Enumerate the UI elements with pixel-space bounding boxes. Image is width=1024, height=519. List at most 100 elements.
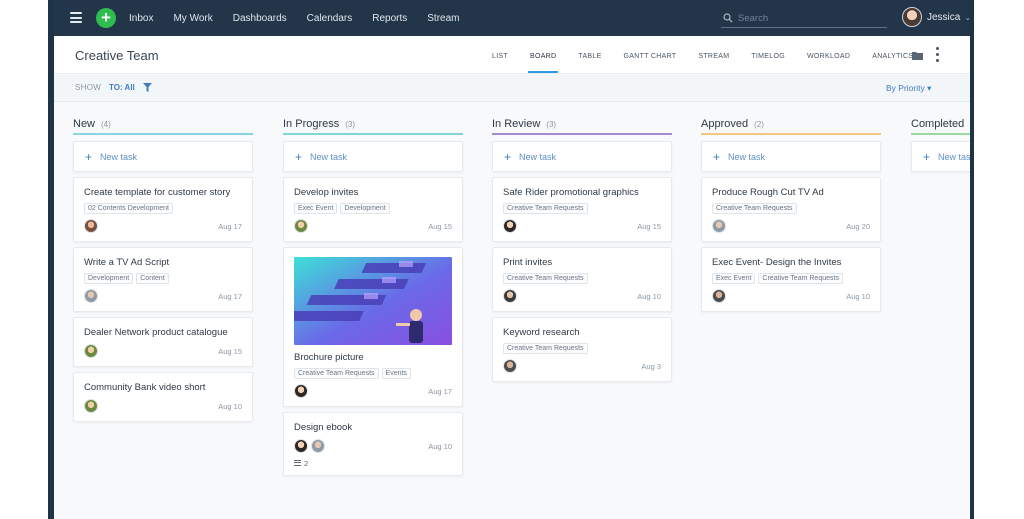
task-card[interactable]: Write a TV Ad Script Development Content … bbox=[73, 247, 253, 312]
task-tag[interactable]: Creative Team Requests bbox=[294, 368, 379, 379]
assignee-avatar[interactable] bbox=[294, 219, 308, 233]
assignee-avatar[interactable] bbox=[84, 289, 98, 303]
new-task-button[interactable]: + New task bbox=[701, 141, 881, 172]
column-in-review: In Review (3) + New task Safe Rider promo… bbox=[492, 115, 672, 382]
task-title: Community Bank video short bbox=[84, 382, 206, 393]
main-nav: Inbox My Work Dashboards Calendars Repor… bbox=[129, 0, 480, 36]
tab-analytics[interactable]: ANALYTICS bbox=[872, 36, 913, 74]
due-date: Aug 15 bbox=[428, 221, 452, 231]
column-approved: Approved (2) + New task Produce Rough Cut… bbox=[701, 115, 881, 312]
tab-table[interactable]: TABLE bbox=[578, 36, 601, 74]
assignee-avatar[interactable] bbox=[503, 289, 517, 303]
assignee-avatar[interactable] bbox=[503, 219, 517, 233]
subtask-count[interactable]: 2 bbox=[294, 459, 452, 468]
page-title: Creative Team bbox=[75, 48, 159, 63]
chevron-down-icon: ⌄ bbox=[964, 12, 970, 22]
assignee-avatar[interactable] bbox=[712, 289, 726, 303]
nav-my-work[interactable]: My Work bbox=[173, 13, 212, 24]
due-date: Aug 15 bbox=[218, 346, 242, 356]
assignee-avatar[interactable] bbox=[503, 359, 517, 373]
assignee-avatar[interactable] bbox=[84, 399, 98, 413]
task-card[interactable]: Create template for customer story 02 Co… bbox=[73, 177, 253, 242]
task-card[interactable]: Design ebook Aug 10 2 bbox=[283, 412, 463, 476]
plus-icon: + bbox=[295, 149, 303, 164]
nav-reports[interactable]: Reports bbox=[372, 13, 407, 24]
new-task-label: New task bbox=[310, 151, 348, 162]
hamburger-menu-icon[interactable] bbox=[70, 12, 82, 23]
due-date: Aug 10 bbox=[846, 291, 870, 301]
tab-board[interactable]: BOARD bbox=[527, 36, 559, 74]
new-task-button[interactable]: + New task bbox=[492, 141, 672, 172]
tab-workload[interactable]: WORKLOAD bbox=[807, 36, 850, 74]
task-card[interactable]: Produce Rough Cut TV Ad Creative Team Re… bbox=[701, 177, 881, 242]
assignee-avatar[interactable] bbox=[84, 219, 98, 233]
nav-dashboards[interactable]: Dashboards bbox=[233, 13, 287, 24]
column-completed: Completed + New task bbox=[911, 115, 970, 172]
user-avatar bbox=[902, 7, 922, 27]
due-date: Aug 10 bbox=[637, 291, 661, 301]
task-tag[interactable]: Creative Team Requests bbox=[503, 203, 588, 214]
filter-icon[interactable] bbox=[143, 83, 152, 92]
column-header: Completed bbox=[911, 115, 970, 135]
plus-icon: + bbox=[504, 149, 512, 164]
sort-dropdown[interactable]: By Priority ▾ bbox=[886, 83, 931, 94]
task-tag[interactable]: Development bbox=[84, 273, 134, 284]
due-date: Aug 20 bbox=[846, 221, 870, 231]
new-task-button[interactable]: + New task bbox=[911, 141, 970, 172]
task-tag[interactable]: Content bbox=[136, 273, 169, 284]
task-card[interactable]: Keyword research Creative Team Requests … bbox=[492, 317, 672, 382]
task-tag[interactable]: Exec Event bbox=[712, 273, 756, 284]
task-tag[interactable]: Creative Team Requests bbox=[503, 343, 588, 354]
more-options-icon[interactable] bbox=[936, 47, 940, 65]
task-card[interactable]: Brochure picture Creative Team Requests E… bbox=[283, 247, 463, 407]
task-cover-image bbox=[294, 257, 452, 345]
nav-calendars[interactable]: Calendars bbox=[307, 13, 353, 24]
due-date: Aug 17 bbox=[428, 386, 452, 396]
task-card[interactable]: Print invites Creative Team Requests Aug… bbox=[492, 247, 672, 312]
column-count: (3) bbox=[345, 119, 356, 129]
column-header: In Progress (3) bbox=[283, 115, 463, 135]
assignee-avatar[interactable] bbox=[294, 384, 308, 398]
task-card[interactable]: Community Bank video short Aug 10 bbox=[73, 372, 253, 422]
new-task-button[interactable]: + New task bbox=[283, 141, 463, 172]
assignee-avatar[interactable] bbox=[84, 344, 98, 358]
tab-gantt-chart[interactable]: GANTT CHART bbox=[624, 36, 677, 74]
task-card[interactable]: Exec Event- Design the Invites Exec Even… bbox=[701, 247, 881, 312]
column-new: New (4) + New task Create template for cu… bbox=[73, 115, 253, 422]
sort-label: By Priority bbox=[886, 83, 925, 93]
task-card[interactable]: Develop invites Exec Event Development Au… bbox=[283, 177, 463, 242]
assignee-avatar[interactable] bbox=[712, 219, 726, 233]
folder-icon[interactable] bbox=[912, 51, 923, 60]
view-tabs: LIST BOARD TABLE GANTT CHART STREAM TIME… bbox=[492, 36, 935, 74]
task-tag[interactable]: Creative Team Requests bbox=[503, 273, 588, 284]
task-tag[interactable]: Creative Team Requests bbox=[758, 273, 843, 284]
user-menu[interactable]: Jessica ⌄ bbox=[902, 7, 970, 27]
column-header: In Review (3) bbox=[492, 115, 672, 135]
task-tag[interactable]: Exec Event bbox=[294, 203, 338, 214]
app-window: + Inbox My Work Dashboards Calendars Rep… bbox=[54, 0, 970, 519]
due-date: Aug 15 bbox=[637, 221, 661, 231]
assignee-avatar[interactable] bbox=[294, 439, 308, 453]
assignee-filter[interactable]: TO: All bbox=[109, 83, 135, 92]
new-task-label: New task bbox=[519, 151, 557, 162]
task-card[interactable]: Safe Rider promotional graphics Creative… bbox=[492, 177, 672, 242]
create-new-button[interactable]: + bbox=[96, 8, 116, 28]
new-task-button[interactable]: + New task bbox=[73, 141, 253, 172]
column-title: In Progress bbox=[283, 118, 340, 130]
user-name: Jessica bbox=[927, 11, 961, 23]
task-tag[interactable]: Events bbox=[381, 368, 411, 379]
nav-stream[interactable]: Stream bbox=[427, 13, 459, 24]
task-tag[interactable]: 02 Contents Development bbox=[84, 203, 173, 214]
tab-timelog[interactable]: TIMELOG bbox=[751, 36, 785, 74]
task-title: Dealer Network product catalogue bbox=[84, 327, 228, 338]
tab-stream[interactable]: STREAM bbox=[698, 36, 729, 74]
nav-inbox[interactable]: Inbox bbox=[129, 13, 153, 24]
column-title: Completed bbox=[911, 118, 965, 130]
task-tag[interactable]: Development bbox=[340, 203, 390, 214]
search-input[interactable] bbox=[738, 12, 878, 24]
assignee-avatar[interactable] bbox=[311, 439, 325, 453]
tab-list[interactable]: LIST bbox=[492, 36, 508, 74]
task-card[interactable]: Dealer Network product catalogue Aug 15 bbox=[73, 317, 253, 367]
task-tag[interactable]: Creative Team Requests bbox=[712, 203, 797, 214]
task-title: Write a TV Ad Script bbox=[84, 257, 170, 268]
